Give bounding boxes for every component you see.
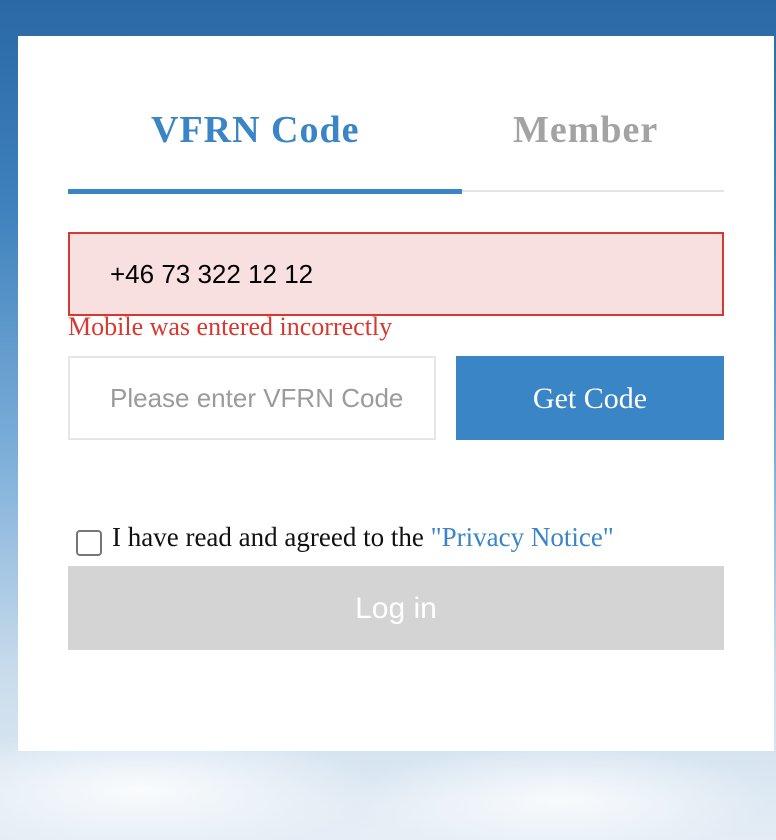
mobile-error-message: Mobile was entered incorrectly xyxy=(68,312,393,341)
agree-text: I have read and agreed to the "Privacy N… xyxy=(112,522,614,553)
agree-checkbox[interactable] xyxy=(76,530,102,556)
verification-code-input[interactable] xyxy=(110,358,410,438)
tab-vfrn-code[interactable]: VFRN Code xyxy=(151,108,359,152)
mobile-input[interactable] xyxy=(110,234,700,314)
login-card: VFRN Code Member Mobile was entered inco… xyxy=(18,36,774,751)
login-tabs: VFRN Code Member xyxy=(68,36,724,194)
active-tab-indicator xyxy=(68,189,462,194)
mobile-field xyxy=(68,232,724,316)
verification-code-field xyxy=(68,356,436,440)
agree-label: I have read and agreed to the xyxy=(112,522,424,552)
login-button[interactable]: Log in xyxy=(68,566,724,650)
get-code-button[interactable]: Get Code xyxy=(456,356,724,440)
privacy-notice-link[interactable]: "Privacy Notice" xyxy=(431,522,614,552)
tab-member[interactable]: Member xyxy=(513,108,658,152)
